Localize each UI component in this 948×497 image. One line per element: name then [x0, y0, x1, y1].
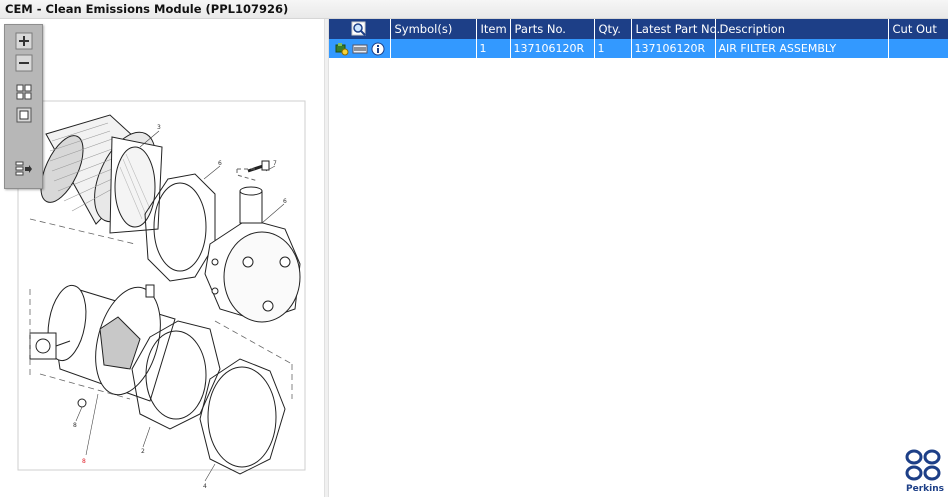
- column-header-parts-no[interactable]: Parts No.: [510, 19, 595, 39]
- column-header-qty[interactable]: Qty.: [594, 19, 632, 39]
- cell-latest-part-no: 137106120R: [631, 39, 716, 58]
- zoom-out-button[interactable]: [13, 53, 34, 72]
- callout-6-top[interactable]: 6: [218, 160, 222, 167]
- cell-item: 1: [476, 39, 511, 58]
- row-icons-cell: [329, 39, 391, 58]
- drawing-pane[interactable]: 3 6 7 6 8 2 4 8: [0, 19, 324, 497]
- parts-list-pane: Symbol(s) Item Parts No. Qty. Latest Par…: [329, 19, 948, 497]
- parts-list-icon[interactable]: [352, 43, 368, 55]
- callout-8-highlight[interactable]: 8: [82, 458, 86, 465]
- perkins-logo: Perkins: [903, 448, 945, 496]
- cell-symbols: [390, 39, 477, 58]
- perkins-logo-icon: [905, 449, 941, 481]
- column-header-cut-out[interactable]: Cut Out: [888, 19, 948, 39]
- column-header-icons[interactable]: [329, 19, 391, 39]
- fit-all-button[interactable]: [13, 82, 34, 101]
- zoom-out-icon: [15, 54, 32, 71]
- parts-table: Symbol(s) Item Parts No. Qty. Latest Par…: [329, 19, 948, 58]
- callout-8-nut[interactable]: 8: [73, 422, 77, 429]
- column-header-description[interactable]: Description: [715, 19, 889, 39]
- add-to-cart-icon[interactable]: [335, 42, 349, 56]
- cell-parts-no: 137106120R: [510, 39, 595, 58]
- exploded-parts-drawing[interactable]: 3 6 7 6 8 2 4 8: [0, 19, 324, 497]
- fit-all-icon: [16, 84, 31, 99]
- callout-4[interactable]: 4: [203, 483, 207, 490]
- table-header-row: Symbol(s) Item Parts No. Qty. Latest Par…: [329, 19, 948, 39]
- title-bar: CEM - Clean Emissions Module (PPL107926): [0, 0, 948, 19]
- column-header-latest-part-no[interactable]: Latest Part No.: [631, 19, 720, 39]
- zoom-in-icon: [15, 32, 32, 49]
- actual-size-icon: [16, 107, 31, 122]
- table-row[interactable]: 1 137106120R 1 137106120R AIR FILTER ASS…: [329, 39, 948, 58]
- brand-name: Perkins: [906, 484, 944, 494]
- export-button[interactable]: [13, 159, 34, 178]
- info-icon[interactable]: [371, 42, 385, 56]
- window-title: CEM - Clean Emissions Module (PPL107926): [5, 2, 289, 16]
- zoom-toolbar: [4, 24, 43, 189]
- callout-7[interactable]: 7: [273, 160, 277, 167]
- callout-6-housing[interactable]: 6: [283, 198, 287, 205]
- cell-qty: 1: [594, 39, 632, 58]
- zoom-in-button[interactable]: [13, 31, 34, 50]
- cell-cut-out: [888, 39, 948, 58]
- actual-size-button[interactable]: [13, 105, 34, 124]
- cell-description: AIR FILTER ASSEMBLY: [715, 39, 889, 58]
- export-icon: [15, 161, 32, 175]
- column-header-item[interactable]: Item: [476, 19, 511, 39]
- column-header-symbols[interactable]: Symbol(s): [390, 19, 477, 39]
- callout-3[interactable]: 3: [157, 124, 161, 131]
- search-parts-icon: [351, 21, 366, 36]
- callout-2[interactable]: 2: [141, 448, 145, 455]
